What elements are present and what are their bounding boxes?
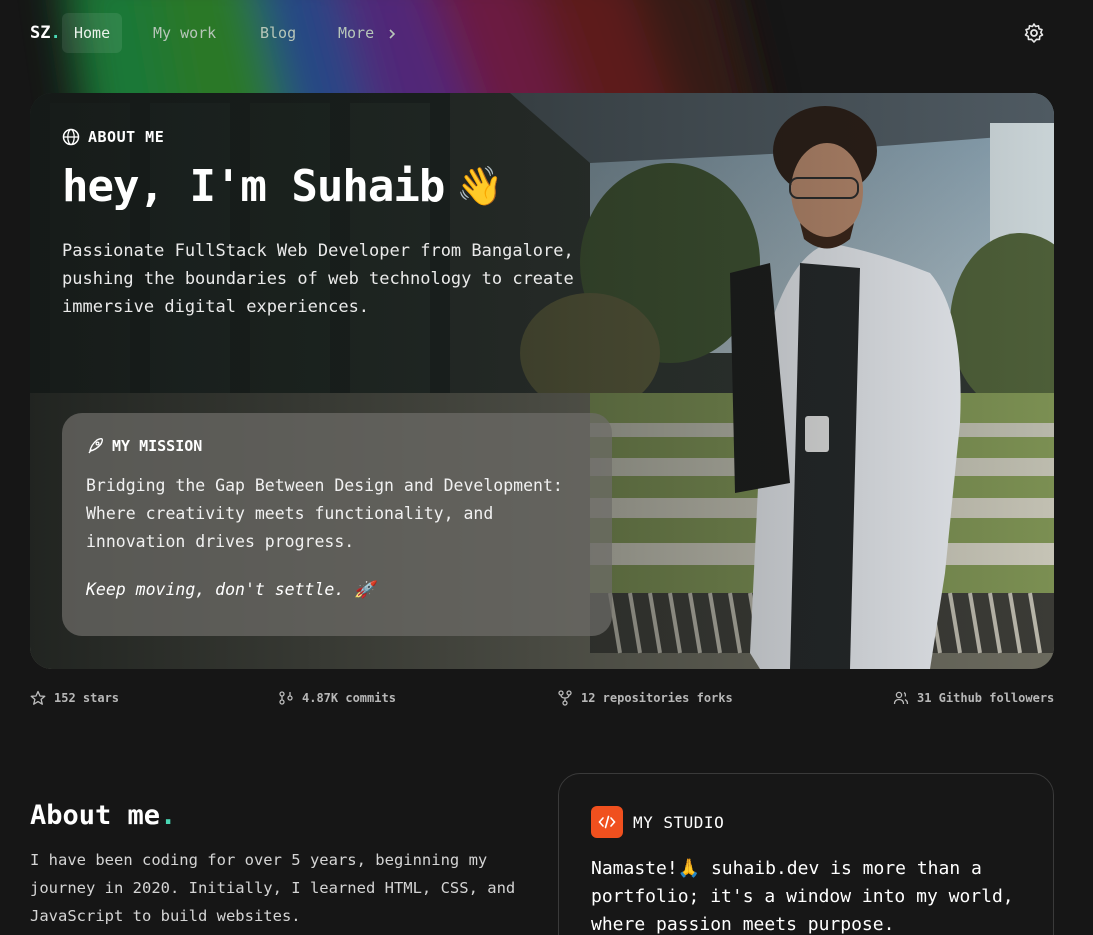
nav-more[interactable]: More — [326, 13, 409, 53]
studio-text: Namaste!🙏 suhaib.dev is more than a port… — [591, 858, 1014, 935]
stat-forks: 12 repositories forks — [557, 690, 733, 706]
nav-blog[interactable]: Blog — [248, 13, 308, 53]
nav-home[interactable]: Home — [62, 13, 123, 53]
hero-subtitle: Passionate FullStack Web Developer from … — [62, 241, 574, 317]
waving-hand-emoji: 👋 — [456, 164, 503, 208]
mission-tag: MY MISSION — [86, 437, 588, 455]
users-icon — [893, 691, 909, 705]
gear-icon[interactable] — [1022, 21, 1046, 45]
mission-card: MY MISSION Bridging the Gap Between Desi… — [62, 413, 612, 636]
about-text: I have been coding for over 5 years, beg… — [30, 851, 516, 925]
about-me-tag: ABOUT ME — [62, 128, 164, 146]
git-fork-icon — [558, 690, 572, 706]
mission-text: Bridging the Gap Between Design and Deve… — [86, 476, 563, 551]
stat-followers: 31 Github followers — [893, 690, 1054, 706]
top-nav: SZ. Home My work Blog More — [0, 0, 1093, 66]
studio-card: MY STUDIO Namaste!🙏 suhaib.dev is more t… — [558, 773, 1054, 935]
logo[interactable]: SZ. — [30, 23, 61, 43]
globe-icon — [62, 128, 80, 146]
rocket-icon — [88, 437, 104, 454]
chevron-right-icon — [389, 28, 396, 39]
hero-title: hey, I'm Suhaib 👋 — [62, 161, 504, 212]
code-icon — [591, 806, 623, 838]
nav-my-work[interactable]: My work — [141, 13, 228, 53]
about-heading: About me. — [30, 800, 177, 831]
star-icon — [30, 690, 46, 705]
stat-commits: 4.87K commits — [278, 690, 396, 706]
studio-tag: MY STUDIO — [591, 806, 724, 838]
git-commit-icon — [279, 691, 293, 705]
hero-card: ABOUT ME hey, I'm Suhaib 👋 Passionate Fu… — [30, 93, 1054, 669]
stat-stars: 152 stars — [30, 690, 119, 706]
mission-quote: Keep moving, don't settle. 🚀 — [86, 580, 375, 599]
